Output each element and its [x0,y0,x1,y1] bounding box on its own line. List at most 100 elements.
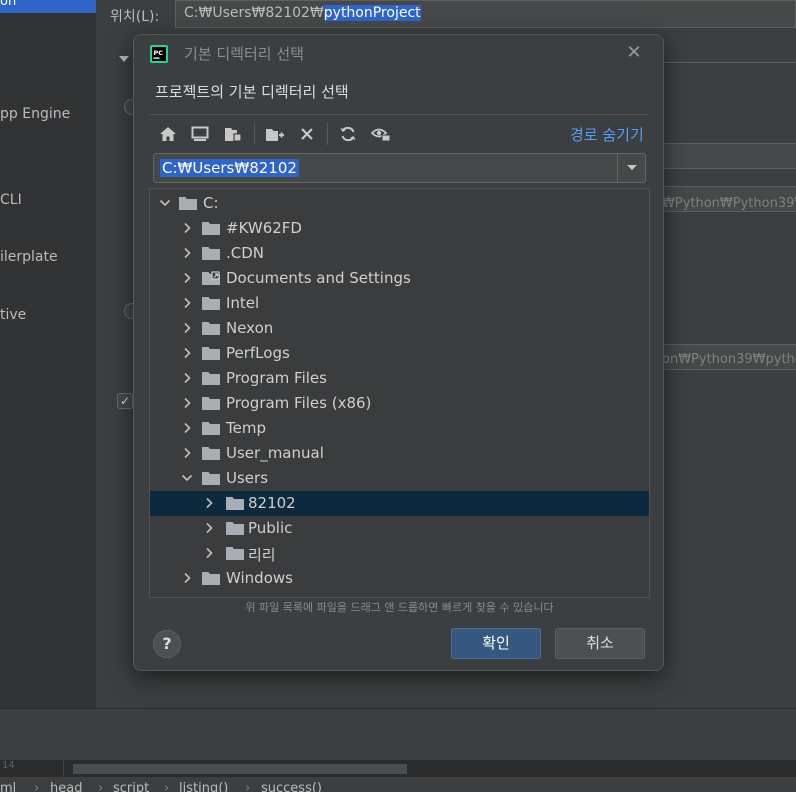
location-field[interactable]: C:₩Users₩82102₩pythonProject [175,0,796,28]
expand-triangle-icon[interactable] [119,56,129,62]
project-folder-icon[interactable] [222,123,244,145]
chevron-down-icon[interactable] [159,197,171,209]
chevron-right-icon[interactable] [181,447,193,459]
sidebar-selected-item[interactable]: on [0,0,96,13]
chevron-right-icon: › [98,781,104,792]
chevron-right-icon[interactable] [203,547,215,559]
tree-row[interactable]: Temp [150,416,649,441]
sidebar-item-cli[interactable]: CLI [0,192,22,208]
sidebar-item-app-engine[interactable]: pp Engine [0,106,70,122]
tree-row[interactable]: Intel [150,291,649,316]
tree-row-label: Users [226,469,269,487]
chevron-right-icon[interactable] [181,422,193,434]
home-icon[interactable] [157,123,179,145]
tree-row-label: Program Files [226,369,327,387]
breadcrumb-item[interactable]: success() [261,781,322,792]
interpreter-path: on₩Python39₩python. [662,352,796,367]
create-main-checkbox[interactable]: ✓ [117,393,133,409]
tree-row[interactable]: Program Files (x86) [150,391,649,416]
chevron-right-icon[interactable] [181,397,193,409]
divider [150,114,649,115]
tree-row-label: Windows [226,569,293,587]
tree-row[interactable]: Users [150,466,649,491]
chevron-right-icon[interactable] [181,272,193,284]
folder-icon [202,447,220,460]
cancel-button[interactable]: 취소 [555,628,645,659]
drag-drop-hint: 위 파일 목록에 파일을 드래그 앤 드롭하면 빠르게 찾을 수 있습니다 [245,601,554,614]
delete-icon[interactable] [296,123,318,145]
folder-icon [202,372,220,385]
chevron-right-icon[interactable] [181,247,193,259]
dialog-subtitle: 프로젝트의 기본 디렉터리 선택 [155,83,349,101]
toolbar-separator [327,123,328,145]
ok-button[interactable]: 확인 [451,628,541,659]
folder-icon [202,397,220,410]
tree-row-label: User_manual [226,444,324,462]
tree-row[interactable]: Windows [150,566,649,591]
breadcrumb-item[interactable]: script [113,781,149,792]
folder-icon [202,247,220,260]
toolbar-separator [254,123,255,145]
close-icon[interactable]: ✕ [624,43,644,63]
tree-row-label: Temp [226,419,266,437]
dropdown-button[interactable] [617,154,645,182]
tree-row[interactable]: PerfLogs [150,341,649,366]
tree-row-label: Public [248,519,293,537]
chevron-right-icon[interactable] [203,497,215,509]
directory-tree[interactable]: C: #KW62FD .CDN Documents and Settings Intel… [149,188,650,598]
bottom-button-bar [0,708,796,760]
folder-icon [202,347,220,360]
tree-row[interactable]: Documents and Settings [150,266,649,291]
tree-row[interactable]: Public [150,516,649,541]
base-interpreter-path: ₩Python₩Python39₩py [662,196,796,211]
pycharm-logo-icon: PC [150,45,168,63]
folder-icon [226,522,244,535]
chevron-right-icon[interactable] [181,572,193,584]
tree-row[interactable]: Nexon [150,316,649,341]
sidebar-item-boilerplate[interactable]: ilerplate [0,249,58,265]
help-button[interactable]: ? [153,630,181,658]
horizontal-scrollbar[interactable] [73,764,407,774]
chevron-down-icon [626,165,637,170]
breadcrumb-item[interactable]: listing() [179,781,228,792]
tree-row-label: Documents and Settings [226,269,411,287]
chevron-right-icon[interactable] [203,522,215,534]
tree-row[interactable]: Program Files [150,366,649,391]
location-label: 위치(L): [110,9,160,25]
folder-icon [202,472,220,485]
refresh-icon[interactable] [337,123,359,145]
tree-row[interactable]: User_manual [150,441,649,466]
chevron-right-icon[interactable] [181,322,193,334]
env-location-field[interactable] [662,143,796,169]
folder-icon [202,222,220,235]
svg-text:PC: PC [154,49,164,57]
sidebar-item-native[interactable]: tive [0,307,26,323]
breadcrumb-item[interactable]: ml [0,781,16,792]
folder-icon [202,297,220,310]
dialog-title: 기본 디렉터리 선택 [184,45,304,63]
hide-path-link[interactable]: 경로 숨기기 [570,124,644,145]
path-combobox[interactable]: C:₩Users₩82102 [153,153,646,183]
chevron-right-icon[interactable] [181,347,193,359]
tree-row[interactable]: .CDN [150,241,649,266]
desktop-icon[interactable] [189,123,211,145]
tree-row[interactable]: 82102 [150,491,649,516]
chevron-right-icon[interactable] [181,372,193,384]
breadcrumb-item[interactable]: head [50,781,82,792]
folder-icon [226,497,244,510]
sidebar-item-label: on [0,0,17,9]
chevron-right-icon[interactable] [181,297,193,309]
folder-icon [202,422,220,435]
tree-row[interactable]: C: [150,191,649,216]
tree-row[interactable]: 리리 [150,541,649,566]
path-input[interactable]: C:₩Users₩82102 [160,159,299,177]
new-folder-icon[interactable] [264,123,286,145]
project-type-sidebar: on pp Engine CLI ilerplate tive [0,0,96,708]
chevron-right-icon: › [164,781,170,792]
breadcrumb: ml › head › script › listing() › success… [0,777,796,792]
show-hidden-icon[interactable] [370,123,392,145]
chevron-down-icon[interactable] [181,472,193,484]
location-prefix: C:₩Users₩82102₩ [184,5,324,21]
chevron-right-icon[interactable] [181,222,193,234]
tree-row[interactable]: #KW62FD [150,216,649,241]
